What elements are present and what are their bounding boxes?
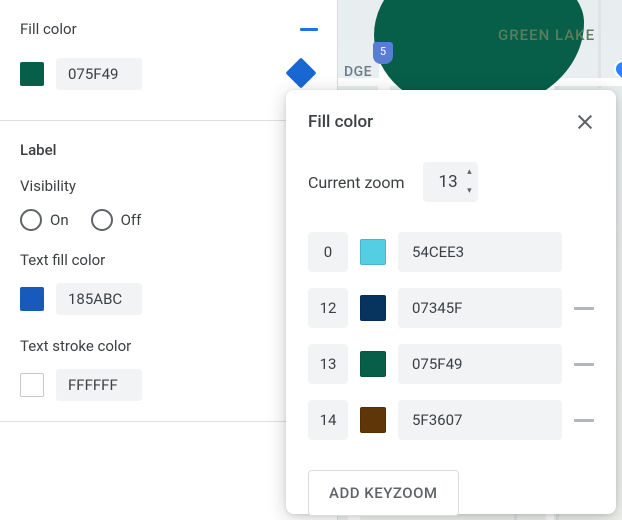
stop-hex-input[interactable]: 075F49: [398, 344, 562, 384]
current-zoom-label: Current zoom: [308, 173, 405, 192]
add-keyzoom-button[interactable]: ADD KEYZOOM: [308, 470, 459, 516]
marker-handle[interactable]: [290, 62, 312, 84]
stop-hex-input[interactable]: 07345F: [398, 288, 562, 328]
fill-color-hex[interactable]: 075F49: [56, 58, 142, 90]
visibility-off[interactable]: Off: [91, 209, 142, 231]
stop-color-swatch[interactable]: [360, 407, 386, 433]
fill-color-field[interactable]: 075F49: [20, 58, 318, 90]
stop-zoom-input[interactable]: 14: [308, 400, 348, 440]
stop-zoom-input[interactable]: 0: [308, 232, 348, 272]
remove-stop-icon[interactable]: [574, 307, 594, 310]
zoom-stop-row: 12 07345F: [308, 288, 594, 328]
map-label-greenlake: GREEN LAKE: [498, 26, 595, 44]
visibility-on-label: On: [50, 211, 69, 229]
fill-color-popover: Fill color Current zoom 13 ▴▾ 0 54CEE3 12 0…: [286, 90, 616, 514]
visibility-on[interactable]: On: [20, 209, 69, 231]
visibility-off-label: Off: [121, 211, 142, 229]
collapse-icon[interactable]: [300, 28, 318, 31]
text-fill-hex[interactable]: 185ABC: [56, 283, 142, 315]
current-zoom-value: 13: [439, 172, 458, 192]
text-fill-field[interactable]: 185ABC: [20, 283, 318, 315]
zoom-stop-row: 14 5F3607: [308, 400, 594, 440]
radio-icon: [91, 209, 113, 231]
remove-stop-icon[interactable]: [574, 419, 594, 422]
text-fill-swatch: [20, 287, 44, 311]
stop-hex-input[interactable]: 54CEE3: [398, 232, 562, 272]
stop-color-swatch[interactable]: [360, 239, 386, 265]
zoom-stop-row: 0 54CEE3: [308, 232, 594, 272]
map-label-dge: DGE: [344, 64, 372, 80]
close-icon[interactable]: [576, 113, 594, 131]
fill-color-label: Fill color: [20, 20, 77, 38]
highway-shield: 5: [373, 42, 393, 64]
text-stroke-hex[interactable]: FFFFFF: [56, 369, 142, 401]
radio-icon: [20, 209, 42, 231]
text-fill-label: Text fill color: [20, 251, 318, 269]
stop-color-swatch[interactable]: [360, 351, 386, 377]
stop-color-swatch[interactable]: [360, 295, 386, 321]
current-zoom-stepper[interactable]: 13 ▴▾: [423, 162, 478, 202]
stop-zoom-input[interactable]: 13: [308, 344, 348, 384]
label-section-title: Label: [20, 141, 318, 159]
remove-stop-icon[interactable]: [574, 363, 594, 366]
popover-title: Fill color: [308, 112, 373, 132]
visibility-label: Visibility: [20, 177, 318, 195]
fill-color-swatch: [20, 62, 44, 86]
zoom-stop-row: 13 075F49: [308, 344, 594, 384]
stepper-arrows-icon[interactable]: ▴▾: [467, 168, 472, 196]
text-stroke-swatch: [20, 373, 44, 397]
text-stroke-field[interactable]: FFFFFF: [20, 369, 318, 401]
text-stroke-label: Text stroke color: [20, 337, 318, 355]
stop-zoom-input[interactable]: 12: [308, 288, 348, 328]
stop-hex-input[interactable]: 5F3607: [398, 400, 562, 440]
